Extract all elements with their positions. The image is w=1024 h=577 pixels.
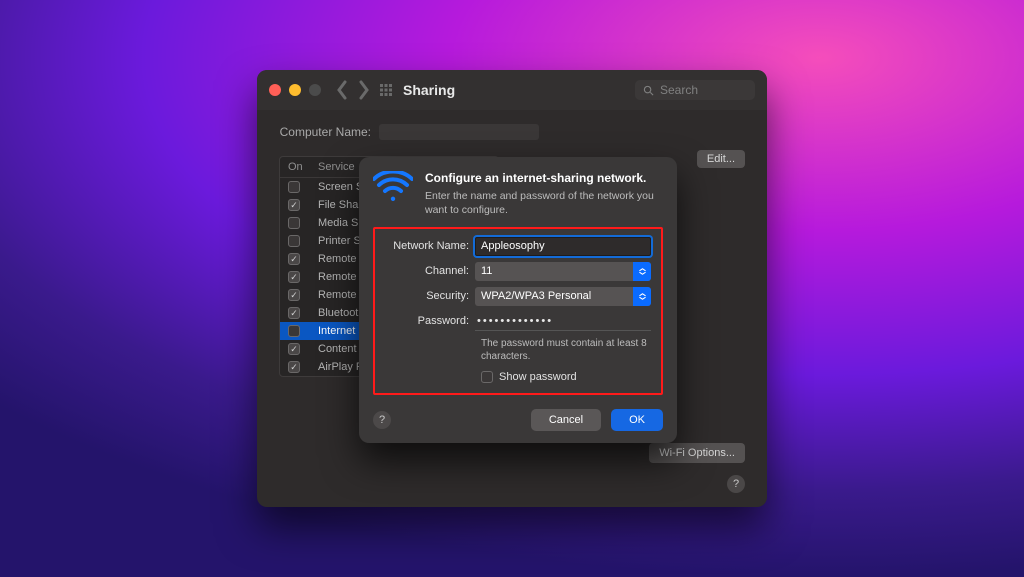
show-password-checkbox[interactable] <box>481 371 493 383</box>
sheet-footer: ? Cancel OK <box>373 409 663 431</box>
sheet-help-button[interactable]: ? <box>373 411 391 429</box>
service-checkbox[interactable] <box>288 235 300 247</box>
computer-name-field[interactable] <box>379 124 539 140</box>
cancel-button[interactable]: Cancel <box>531 409 601 431</box>
service-checkbox[interactable] <box>288 217 300 229</box>
titlebar: Sharing Search <box>257 70 767 110</box>
col-on: On <box>288 161 318 173</box>
sheet-title: Configure an internet-sharing network. <box>425 171 663 187</box>
show-all-button[interactable] <box>379 83 393 97</box>
sharing-prefpane-window: Sharing Search Computer Name: Edit... On… <box>257 70 767 507</box>
sheet-subtitle: Enter the name and password of the netwo… <box>425 189 663 217</box>
search-field[interactable]: Search <box>635 80 755 100</box>
service-checkbox[interactable]: ✓ <box>288 289 300 301</box>
traffic-lights <box>269 84 321 96</box>
password-label: Password: <box>385 315 475 327</box>
computer-name-label: Computer Name: <box>279 125 379 139</box>
security-value: WPA2/WPA3 Personal <box>481 290 591 302</box>
security-row: Security: WPA2/WPA3 Personal <box>385 287 651 306</box>
grid-icon <box>379 83 393 97</box>
channel-row: Channel: 11 <box>385 262 651 281</box>
service-checkbox[interactable]: ✓ <box>288 271 300 283</box>
wifi-icon <box>373 171 413 205</box>
sheet-header: Configure an internet-sharing network. E… <box>373 171 663 217</box>
show-password-row[interactable]: Show password <box>481 371 651 383</box>
computer-name-row: Computer Name: <box>279 124 745 140</box>
service-checkbox[interactable]: ✓ <box>288 199 300 211</box>
show-password-label: Show password <box>499 371 577 383</box>
help-button[interactable]: ? <box>727 475 745 493</box>
chevron-updown-icon <box>633 262 651 281</box>
password-row: Password: ••••••••••••• <box>385 312 651 331</box>
channel-value: 11 <box>481 265 492 277</box>
service-checkbox[interactable]: ✓ <box>288 343 300 355</box>
service-checkbox[interactable] <box>288 325 300 337</box>
service-checkbox[interactable] <box>288 181 300 193</box>
service-checkbox[interactable]: ✓ <box>288 307 300 319</box>
chevron-updown-icon <box>633 287 651 306</box>
chevron-right-icon <box>353 80 373 100</box>
channel-label: Channel: <box>385 265 475 277</box>
service-checkbox[interactable]: ✓ <box>288 361 300 373</box>
window-title: Sharing <box>403 82 455 98</box>
wifi-options-button[interactable]: Wi-Fi Options... <box>649 443 745 463</box>
search-icon <box>643 85 654 96</box>
service-checkbox[interactable]: ✓ <box>288 253 300 265</box>
zoom-button[interactable] <box>309 84 321 96</box>
ok-button[interactable]: OK <box>611 409 663 431</box>
password-input[interactable]: ••••••••••••• <box>475 312 651 331</box>
back-button[interactable] <box>333 80 353 100</box>
network-name-row: Network Name: <box>385 237 651 256</box>
minimize-button[interactable] <box>289 84 301 96</box>
network-name-label: Network Name: <box>385 240 475 252</box>
network-name-input[interactable] <box>475 237 651 256</box>
password-hint: The password must contain at least 8 cha… <box>481 337 651 363</box>
highlighted-form-area: Network Name: Channel: 11 Security: WPA2… <box>373 227 663 395</box>
wifi-options-sheet: Configure an internet-sharing network. E… <box>359 157 677 443</box>
search-placeholder: Search <box>660 83 698 97</box>
security-select[interactable]: WPA2/WPA3 Personal <box>475 287 651 306</box>
security-label: Security: <box>385 290 475 302</box>
forward-button[interactable] <box>353 80 373 100</box>
chevron-left-icon <box>333 80 353 100</box>
channel-select[interactable]: 11 <box>475 262 651 281</box>
close-button[interactable] <box>269 84 281 96</box>
